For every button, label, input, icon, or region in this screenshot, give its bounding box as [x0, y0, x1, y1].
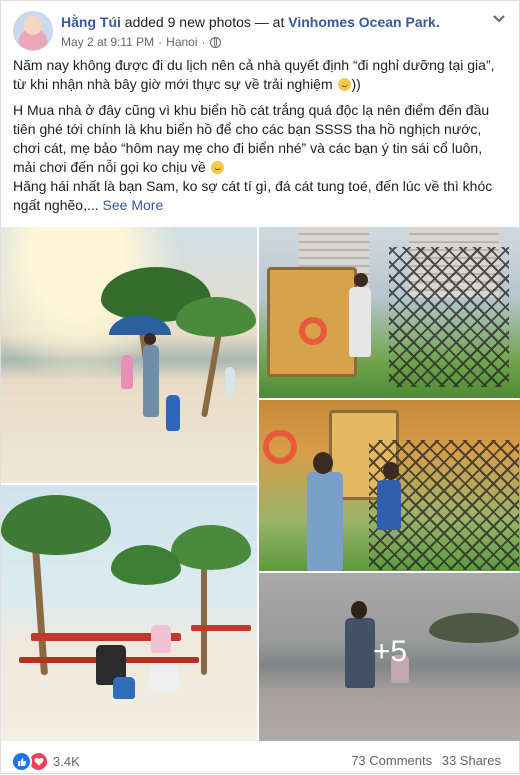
child-figure [121, 355, 133, 389]
palm-leaves [176, 297, 256, 337]
smile-emoji-icon [210, 161, 224, 174]
mother-figure [307, 472, 343, 571]
photo-beach-picnic[interactable] [1, 485, 257, 741]
post-date[interactable]: May 2 at 9:11 PM [61, 35, 154, 49]
chevron-down-icon[interactable] [493, 15, 505, 23]
at-separator: — at [254, 14, 285, 30]
child-figure [151, 625, 171, 653]
engagement-counts: 73 Comments 33 Shares [345, 753, 501, 768]
palm-trunk [201, 555, 207, 675]
head [383, 462, 399, 480]
comments-count[interactable]: 73 Comments [351, 753, 432, 768]
photo-playground-climbing[interactable] [259, 227, 520, 398]
post-footer: 3.4K 73 Comments 33 Shares [1, 743, 519, 775]
more-photos-count[interactable]: +5 [259, 635, 520, 669]
photo-beach-umbrella[interactable] [1, 227, 257, 483]
avatar[interactable] [13, 11, 53, 51]
post-location[interactable]: Hanoi [166, 35, 197, 49]
author-name[interactable]: Hằng Túi [61, 14, 121, 30]
photo-mother-child-net[interactable] [259, 400, 520, 571]
post-paragraph-1: Năm nay không được đi du lịch nên cả nhà… [13, 56, 507, 94]
post-meta: May 2 at 9:11 PM · Hanoi · [61, 35, 221, 49]
child-figure [225, 367, 235, 397]
post-action: added 9 new photos [124, 14, 251, 30]
heart-icon [34, 757, 43, 766]
life-ring [299, 317, 327, 345]
see-more-link[interactable]: See More [103, 197, 164, 213]
facebook-post: Hằng Túi added 9 new photos — at Vinhome… [0, 0, 520, 774]
thumbs-up-icon [17, 757, 26, 766]
child-figure [349, 287, 371, 357]
life-ring [263, 430, 297, 464]
meta-dot-2: · [201, 35, 206, 49]
head [354, 273, 368, 287]
smile-emoji-icon [337, 78, 351, 91]
paragraph-1-text: Năm nay không được đi du lịch nên cả nhà… [13, 57, 495, 92]
paragraph-2-text: H Mua nhà ở đây cũng vì khu biển hồ cát … [13, 102, 490, 175]
child-figure [149, 665, 179, 691]
mother-figure [143, 345, 159, 417]
like-reaction-icon [11, 751, 32, 772]
post-paragraph-2: H Mua nhà ở đây cũng vì khu biển hồ cát … [13, 101, 507, 177]
child-figure [166, 395, 180, 431]
palm-leaves [1, 495, 111, 555]
head [313, 452, 333, 474]
meta-dot: · [158, 35, 163, 49]
picnic-table [191, 625, 251, 631]
palm-leaves [111, 545, 181, 585]
child-figure [113, 677, 135, 699]
paragraph-1-end: )) [351, 76, 361, 92]
post-header: Hằng Túi added 9 new photos — at Vinhome… [61, 13, 440, 31]
palm-leaves [171, 525, 251, 570]
paragraph-3-text: Hăng hái nhất là bạn Sam, ko sợ cát tí g… [13, 178, 493, 213]
head [144, 333, 156, 345]
globe-icon[interactable] [209, 36, 221, 48]
photo-more-overlay[interactable]: +5 [259, 573, 520, 741]
reaction-count[interactable]: 3.4K [53, 754, 80, 769]
child-figure [377, 480, 401, 530]
post-body: Năm nay không được đi du lịch nên cả nhà… [13, 56, 507, 222]
post-paragraph-3: Hăng hái nhất là bạn Sam, ko sợ cát tí g… [13, 177, 507, 215]
reactions-summary[interactable]: 3.4K [11, 751, 80, 772]
place-link[interactable]: Vinhomes Ocean Park. [288, 14, 439, 30]
shares-count[interactable]: 33 Shares [442, 753, 501, 768]
climbing-net [389, 247, 509, 387]
